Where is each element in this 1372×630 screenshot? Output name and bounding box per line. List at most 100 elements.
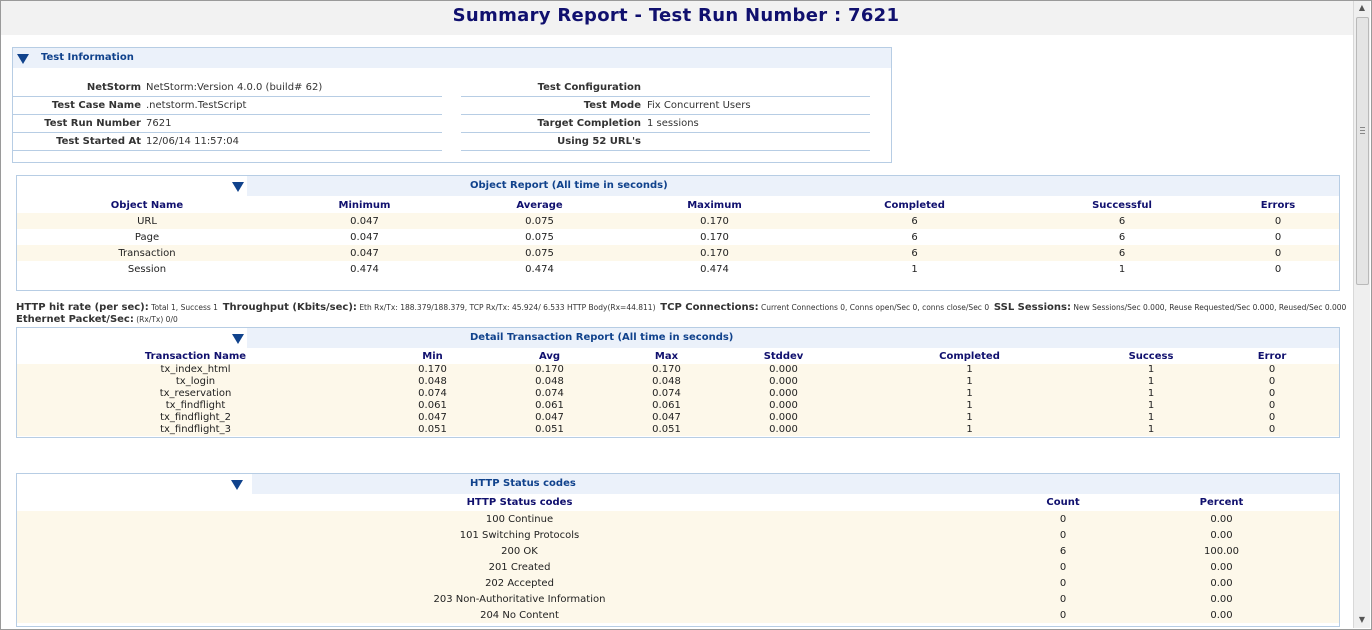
cell: 0.00 (1104, 575, 1339, 591)
table-row: Session 0.474 0.474 0.474 1 1 0 (17, 261, 1339, 277)
cell: tx_findflight (17, 400, 374, 412)
col-completed[interactable]: Completed (842, 348, 1097, 364)
http-status-panel: HTTP Status codes HTTP Status codes Coun… (16, 473, 1340, 627)
info-label-netstorm: NetStorm (86, 82, 141, 93)
cell: 6 (1022, 543, 1104, 559)
col-error[interactable]: Error (1205, 348, 1339, 364)
col-percent[interactable]: Percent (1104, 494, 1339, 511)
header-gap (17, 328, 247, 348)
cell: 0.075 (452, 213, 627, 229)
cell: 0.047 (374, 412, 491, 424)
cell: 0.061 (608, 400, 725, 412)
cell: 0 (1205, 400, 1339, 412)
throughput-value: Eth Rx/Tx: 188.379/188.379, TCP Rx/Tx: 4… (359, 303, 656, 312)
cell: 0 (1205, 388, 1339, 400)
table-row: tx_findflight_2 0.047 0.047 0.047 0.000 1 1 0 (17, 412, 1339, 424)
info-value-test-run-number: 7621 (146, 118, 172, 129)
ssl-sessions-value: New Sessions/Sec 0.000, Reuse Requested/… (1073, 303, 1347, 312)
cell: 1 (842, 412, 1097, 424)
cell: 0 (1205, 412, 1339, 424)
divider (461, 132, 870, 133)
col-count[interactable]: Count (1022, 494, 1104, 511)
table-row: 202 Accepted 0 0.00 (17, 575, 1339, 591)
cell: tx_index_html (17, 364, 374, 376)
col-success[interactable]: Success (1097, 348, 1205, 364)
col-avg[interactable]: Avg (491, 348, 608, 364)
object-report-header[interactable]: Object Report (All time in seconds) (17, 176, 1339, 196)
col-errors[interactable]: Errors (1217, 197, 1339, 213)
cell: 0.047 (277, 213, 452, 229)
col-object-name[interactable]: Object Name (17, 197, 277, 213)
cell: 6 (1027, 245, 1217, 261)
cell: 0.074 (374, 388, 491, 400)
grip-line (1360, 130, 1365, 131)
col-completed[interactable]: Completed (802, 197, 1027, 213)
collapse-triangle-down-icon[interactable] (232, 334, 244, 344)
collapse-triangle-down-icon[interactable] (231, 480, 243, 490)
table-row: tx_findflight_3 0.051 0.051 0.051 0.000 1 1 0 (17, 424, 1339, 436)
detail-transaction-header[interactable]: Detail Transaction Report (All time in s… (17, 328, 1339, 348)
header-gap (17, 474, 252, 494)
test-information-header[interactable]: Test Information (13, 48, 891, 68)
scrollbar-thumb[interactable] (1356, 17, 1369, 285)
cell: 0 (1274, 231, 1282, 243)
cell: tx_reservation (17, 388, 374, 400)
table-row: tx_findflight 0.061 0.061 0.061 0.000 1 1 0 (17, 400, 1339, 412)
cell: 0 (1274, 263, 1282, 275)
cell: 0.170 (700, 231, 729, 243)
http-status-table: HTTP Status codes Count Percent 100 Cont… (17, 494, 1339, 623)
col-http-status-codes[interactable]: HTTP Status codes (17, 494, 1022, 511)
cell: 0 (1022, 591, 1104, 607)
col-minimum[interactable]: Minimum (277, 197, 452, 213)
info-label-target-completion: Target Completion (537, 118, 641, 129)
cell: 0 (1022, 559, 1104, 575)
test-information-title: Test Information (41, 52, 134, 63)
cell: 0.00 (1104, 511, 1339, 527)
col-min[interactable]: Min (374, 348, 491, 364)
cell: 0.170 (627, 213, 802, 229)
cell: 0.000 (725, 424, 842, 436)
info-label-test-started-at: Test Started At (56, 136, 141, 147)
cell: 0.047 (608, 412, 725, 424)
http-status-title: HTTP Status codes (470, 478, 576, 489)
cell: Page (134, 231, 160, 243)
cell: 0.170 (491, 364, 608, 376)
col-max[interactable]: Max (608, 348, 725, 364)
cell: 0 (1205, 424, 1339, 436)
divider (461, 96, 870, 97)
tcp-connections-label: TCP Connections: (660, 302, 759, 313)
cell: 0.048 (491, 376, 608, 388)
vertical-scrollbar[interactable]: ▲ ▼ (1353, 1, 1370, 628)
col-transaction-name[interactable]: Transaction Name (17, 348, 374, 364)
tcp-connections-value: Current Connections 0, Conns open/Sec 0,… (760, 303, 990, 312)
cell: 203 Non-Authoritative Information (17, 591, 1022, 607)
col-successful[interactable]: Successful (1027, 197, 1217, 213)
arrow-up-icon[interactable]: ▲ (1354, 1, 1370, 15)
col-maximum[interactable]: Maximum (627, 197, 802, 213)
col-average[interactable]: Average (452, 197, 627, 213)
cell: 100 Continue (17, 511, 1022, 527)
cell: 6 (802, 213, 1027, 229)
info-value-target-completion: 1 sessions (647, 118, 699, 129)
cell: 0 (1022, 527, 1104, 543)
info-label-test-mode: Test Mode (583, 100, 641, 111)
collapse-triangle-down-icon[interactable] (232, 182, 244, 192)
cell: 6 (802, 245, 1027, 261)
cell: 0 (1022, 575, 1104, 591)
arrow-down-icon[interactable]: ▼ (1354, 613, 1370, 627)
cell: 1 (1097, 412, 1205, 424)
cell: 0 (1022, 607, 1104, 623)
cell: 0.047 (491, 412, 608, 424)
collapse-triangle-down-icon[interactable] (17, 54, 29, 64)
cell: 0.061 (491, 400, 608, 412)
http-status-header[interactable]: HTTP Status codes (17, 474, 1339, 494)
cell: 0.00 (1104, 527, 1339, 543)
cell: 0.048 (374, 376, 491, 388)
table-row: 200 OK 6 100.00 (17, 543, 1339, 559)
table-row: tx_reservation 0.074 0.074 0.074 0.000 1 1 0 (17, 388, 1339, 400)
table-row: URL 0.047 0.075 0.170 6 6 0 (17, 213, 1339, 229)
cell: 0 (1205, 364, 1339, 376)
col-stddev[interactable]: Stddev (725, 348, 842, 364)
info-label-urls-used: Using 52 URL's (557, 136, 641, 147)
detail-transaction-table: Transaction Name Min Avg Max Stddev Comp… (17, 348, 1339, 436)
